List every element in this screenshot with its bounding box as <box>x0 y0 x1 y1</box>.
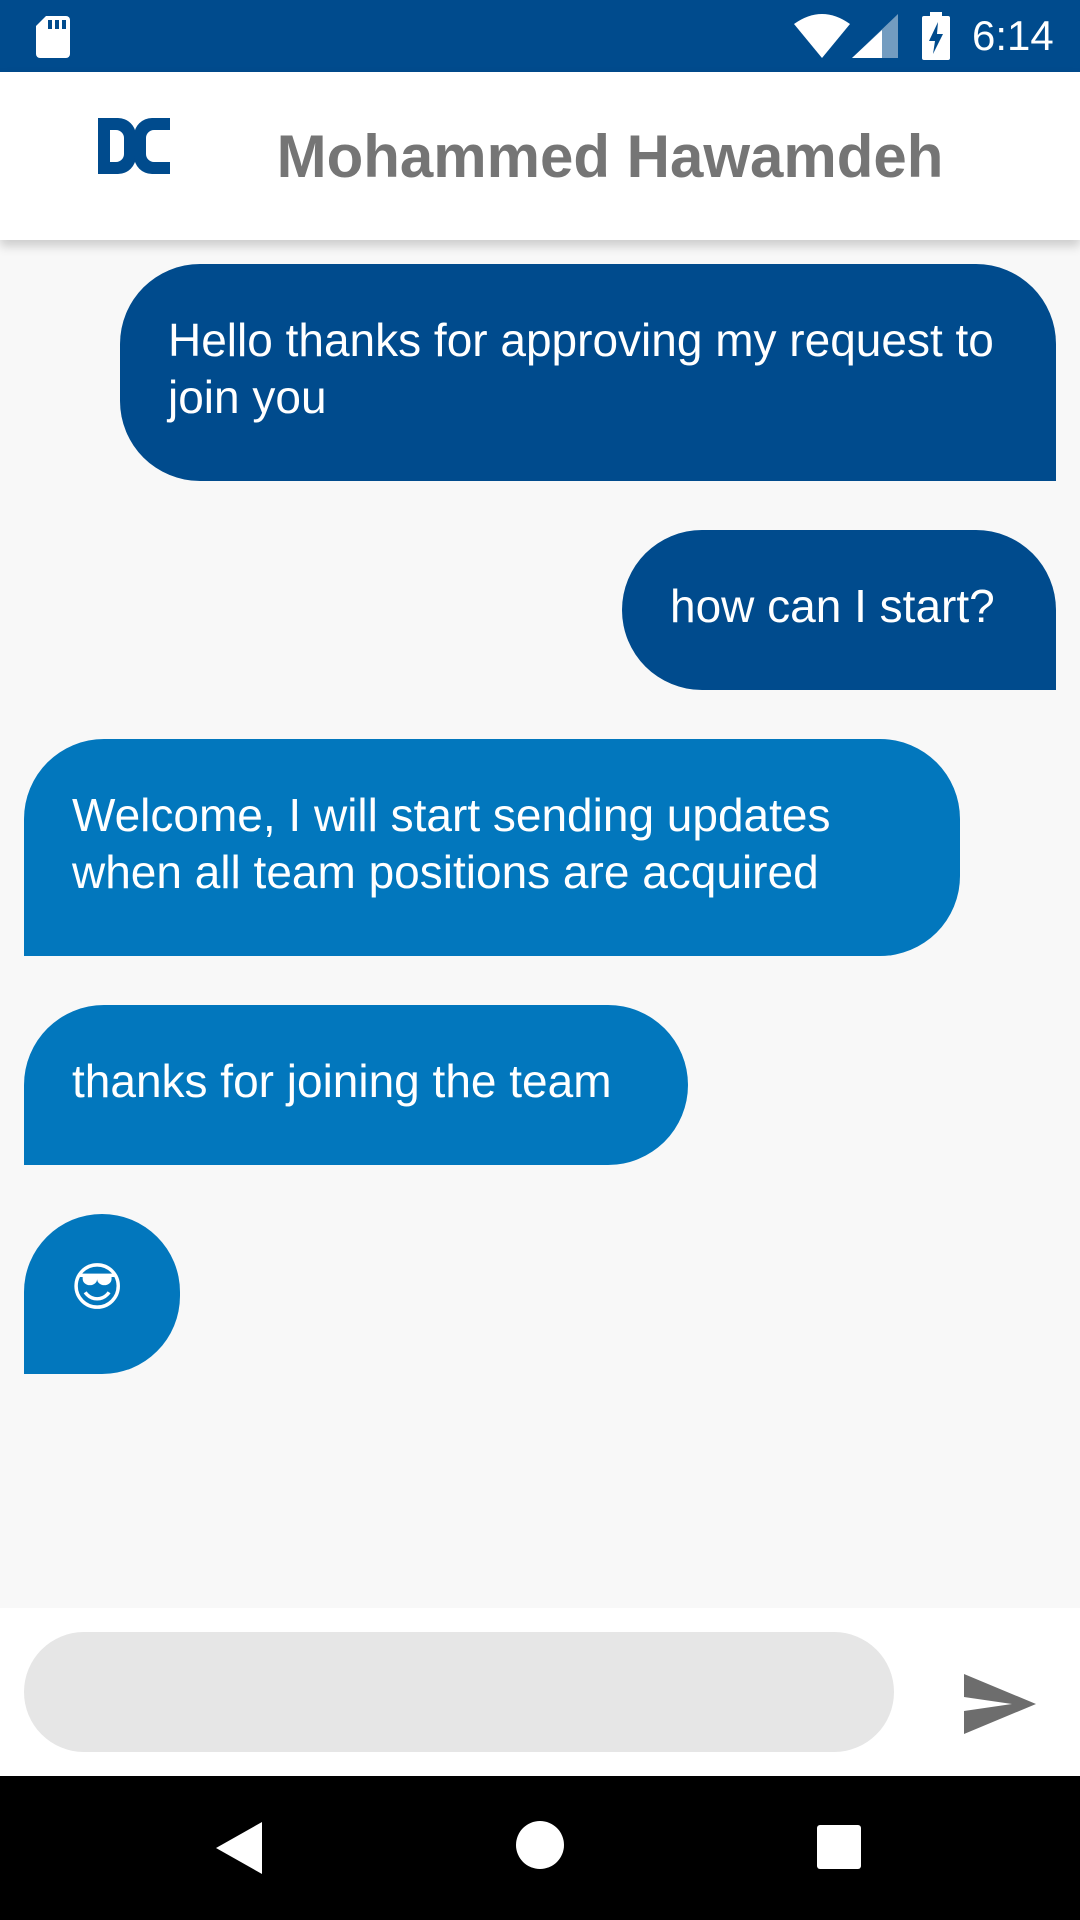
app-logo-icon <box>98 118 170 174</box>
message-list[interactable]: Hello thanks for approving my request to… <box>0 240 1080 1608</box>
incoming-message[interactable]: Welcome, I will start sending updates wh… <box>24 739 960 956</box>
send-icon[interactable] <box>960 1664 1040 1744</box>
incoming-message[interactable]: thanks for joining the team <box>24 1005 688 1165</box>
recents-icon[interactable] <box>816 1824 862 1870</box>
contact-name: Mohammed Hawamdeh <box>276 123 944 190</box>
sd-card-icon <box>36 16 70 58</box>
battery-charging-icon <box>922 12 950 60</box>
system-nav-bar <box>0 1776 1080 1920</box>
wifi-icon <box>794 14 850 58</box>
back-icon[interactable] <box>214 1820 264 1876</box>
status-bar: 6:14 <box>0 0 1080 72</box>
incoming-message[interactable]: 😎 <box>24 1214 180 1374</box>
outgoing-message[interactable]: how can I start? <box>622 530 1056 690</box>
outgoing-message[interactable]: Hello thanks for approving my request to… <box>120 264 1056 481</box>
cell-signal-icon <box>852 14 898 58</box>
status-time: 6:14 <box>972 12 1054 59</box>
home-icon[interactable] <box>515 1820 565 1870</box>
message-composer <box>0 1608 1080 1776</box>
chat-header: Mohammed Hawamdeh <box>0 72 1080 240</box>
message-input[interactable] <box>24 1632 894 1752</box>
